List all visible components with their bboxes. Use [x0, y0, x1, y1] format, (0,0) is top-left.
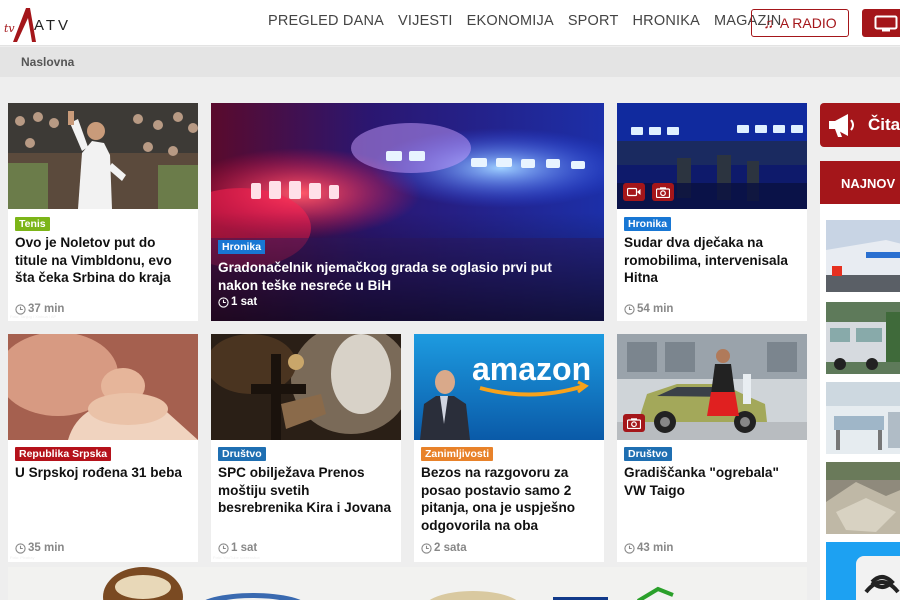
article-title[interactable]: Ovo je Noletov put do titule na Vimbldon…: [15, 234, 190, 287]
nav-item-pregled-dana[interactable]: PREGLED DANA: [268, 13, 384, 29]
media-icons: [623, 414, 645, 432]
megaphone-icon: [829, 114, 854, 137]
category-badge[interactable]: Društvo: [218, 447, 266, 461]
latest-news-thumb[interactable]: [826, 220, 900, 292]
article-image: [617, 334, 807, 440]
article-time: 35 min: [15, 542, 64, 554]
logo-text: ATV: [34, 17, 72, 34]
amazon-logo: amazon: [472, 351, 591, 387]
article-card[interactable]: Društvo Gradiščanka "ogrebala" VW Taigo …: [617, 334, 807, 562]
sidebar-read-button[interactable]: Čita: [820, 103, 900, 147]
featured-title[interactable]: Gradonačelnik njemačkog grada se oglasio…: [218, 259, 574, 294]
article-time: 2 sata: [421, 542, 467, 554]
latest-news-panel: NAJNOV: [820, 161, 900, 600]
main-nav: PREGLED DANA VIJESTI EKONOMIJA SPORT HRO…: [268, 13, 781, 29]
nav-item-ekonomija[interactable]: EKONOMIJA: [467, 13, 554, 29]
advertisement-banner[interactable]: [8, 567, 807, 600]
clock-icon: [218, 296, 229, 308]
article-image: [8, 103, 198, 209]
clock-icon: [15, 542, 26, 554]
category-badge[interactable]: Zanimljivosti: [421, 447, 494, 461]
article-card[interactable]: Foto: YouTube screenshot Društvo SPC obi…: [211, 334, 401, 562]
radio-label: A RADIO: [779, 15, 837, 31]
time-label: 37 min: [28, 303, 65, 315]
featured-time: 1 sat: [218, 296, 257, 308]
nav-item-vijesti[interactable]: VIJESTI: [398, 13, 453, 29]
camera-icon: [652, 183, 674, 201]
latest-news-title: NAJNOV: [841, 176, 896, 191]
article-image: [8, 334, 198, 440]
category-badge[interactable]: Republika Srpska: [15, 447, 112, 461]
clock-icon: [624, 303, 635, 315]
time-label: 43 min: [637, 542, 674, 554]
radio-button[interactable]: ♫ A RADIO: [751, 9, 849, 37]
category-badge[interactable]: Društvo: [624, 447, 672, 461]
video-icon: [623, 183, 645, 201]
article-image: amazon: [414, 334, 604, 440]
time-label: 1 sat: [231, 542, 258, 554]
clock-icon: [624, 542, 635, 554]
article-time: 37 min: [15, 303, 64, 315]
article-title[interactable]: Bezos na razgovoru za posao postavio sam…: [421, 464, 596, 534]
article-card[interactable]: Hronika Sudar dva dječaka na romobilima,…: [617, 103, 807, 321]
photo-credit: Foto: YouTube screenshot: [213, 555, 260, 560]
photo-credit: Foto: Pixabay: [10, 555, 35, 560]
nav-item-sport[interactable]: SPORT: [568, 13, 619, 29]
latest-news-thumb[interactable]: [826, 382, 900, 454]
article-time: 1 sat: [218, 542, 257, 554]
site-header: tv ATV PREGLED DANA VIJESTI EKONOMIJA SP…: [0, 0, 900, 46]
featured-article[interactable]: Hronika Gradonačelnik njemačkog grada se…: [211, 103, 604, 321]
article-card[interactable]: amazon Zanimljivosti Bezos na razgovoru …: [414, 334, 604, 562]
article-title[interactable]: U Srpskoj rođena 31 beba: [15, 464, 190, 482]
time-label: 2 sata: [434, 542, 467, 554]
time-label: 54 min: [637, 303, 674, 315]
category-badge[interactable]: Tenis: [15, 217, 50, 231]
category-badge[interactable]: Hronika: [218, 240, 266, 254]
article-time: 54 min: [624, 303, 673, 315]
camera-icon: [623, 414, 645, 432]
latest-news-header: NAJNOV: [820, 161, 900, 204]
media-icons: [623, 183, 674, 201]
latest-news-thumb[interactable]: [826, 462, 900, 534]
category-badge[interactable]: Hronika: [624, 217, 672, 231]
article-card[interactable]: Foto: Pixabay Republika Srpska U Srpskoj…: [8, 334, 198, 562]
nav-item-hronika[interactable]: HRONIKA: [633, 13, 700, 29]
advertisement-image: [8, 567, 807, 600]
article-card[interactable]: Foto: Tanjug / Xinhua / AP Tenis Ovo je …: [8, 103, 198, 321]
clock-icon: [421, 542, 432, 554]
breadcrumb: Naslovna: [0, 47, 900, 77]
atv-logo[interactable]: tv ATV: [4, 4, 74, 42]
article-time: 43 min: [624, 542, 673, 554]
sidebar-read-label: Čita: [868, 115, 900, 134]
latest-news-thumb[interactable]: [826, 302, 900, 374]
time-label: 1 sat: [231, 296, 258, 308]
tv-button[interactable]: [862, 9, 900, 37]
music-note-icon: ♫: [763, 15, 774, 31]
time-label: 35 min: [28, 542, 65, 554]
article-image: [211, 334, 401, 440]
breadcrumb-home[interactable]: Naslovna: [21, 55, 74, 69]
article-title[interactable]: Sudar dva dječaka na romobilima, interve…: [624, 234, 799, 287]
clock-icon: [15, 303, 26, 315]
tv-icon: [874, 15, 898, 32]
clock-icon: [218, 542, 229, 554]
article-title[interactable]: Gradiščanka "ogrebala" VW Taigo: [624, 464, 799, 499]
article-title[interactable]: SPC obilježava Prenos moštiju svetih bes…: [218, 464, 393, 517]
latest-news-thumb[interactable]: [826, 542, 900, 600]
